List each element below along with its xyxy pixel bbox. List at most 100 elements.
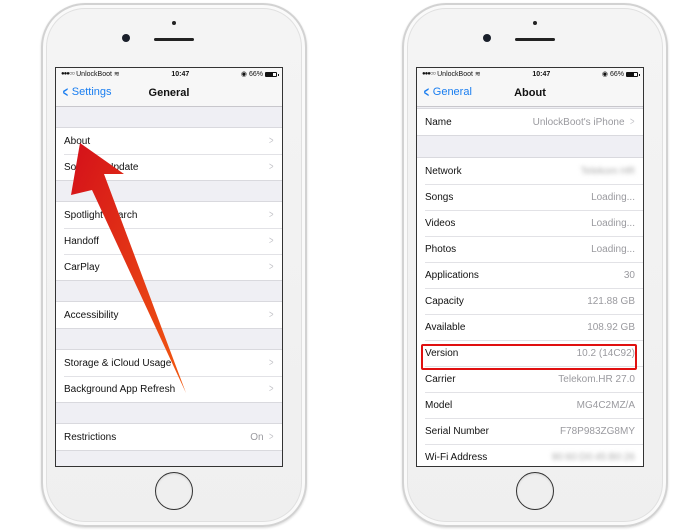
row-label: Network [425, 165, 462, 177]
row-label: About [64, 135, 91, 147]
row-value-blurred: Telekom HR [580, 165, 635, 177]
chevron-right-icon: > [629, 116, 635, 128]
row-value: Loading... [591, 243, 635, 255]
page-title: About [514, 87, 546, 99]
row-label: Photos [425, 243, 457, 255]
chevron-right-icon: > [268, 135, 274, 147]
front-camera-icon [483, 34, 491, 42]
about-row-network: Network Telekom HR [417, 158, 643, 184]
battery-icon [625, 71, 640, 77]
settings-group-3: Accessibility > [56, 301, 282, 329]
row-label: Applications [425, 269, 479, 281]
row-value: 108.92 GB [587, 321, 635, 333]
wifi-icon: ≋ [474, 71, 481, 78]
name-group: Name UnlockBoot's iPhone > [417, 108, 643, 136]
chevron-right-icon: > [268, 235, 274, 247]
about-row-applications: Applications 30 [417, 262, 643, 288]
status-bar: ●●●○○ UnlockBoot ≋ 10:47 ◉ 66% [417, 68, 643, 80]
chevron-right-icon: > [268, 431, 274, 443]
settings-row-background-app-refresh[interactable]: Background App Refresh > [56, 376, 282, 402]
row-label: Handoff [64, 235, 99, 247]
earpiece-speaker [515, 38, 555, 41]
front-camera-icon [122, 34, 130, 42]
about-row-version: Version 10.2 (14C92) [417, 340, 643, 366]
settings-group-4: Storage & iCloud Usage > Background App … [56, 349, 282, 403]
settings-row-handoff[interactable]: Handoff > [56, 228, 282, 254]
row-value: 10.2 (14C92) [576, 347, 635, 359]
row-label: Name [425, 116, 452, 128]
row-value: MG4C2MZ/A [576, 399, 635, 411]
status-bar: ●●●○○ UnlockBoot ≋ 10:47 ◉ 66% [56, 68, 282, 80]
navigation-bar: < General About [417, 80, 643, 107]
chevron-right-icon: > [268, 309, 274, 321]
settings-row-accessibility[interactable]: Accessibility > [56, 302, 282, 328]
iphone-frame-left: ●●●○○ UnlockBoot ≋ 10:47 ◉ 66% < Setting… [41, 3, 307, 527]
row-label: Wi-Fi Address [425, 451, 488, 463]
battery-icon [264, 71, 279, 77]
navigation-bar: < Settings General [56, 80, 282, 107]
status-time: 10:47 [532, 70, 551, 78]
status-time: 10:47 [171, 70, 190, 78]
row-value: On [250, 431, 264, 443]
signal-strength-icon: ●●●○○ [61, 71, 75, 77]
about-row-carrier: Carrier Telekom.HR 27.0 [417, 366, 643, 392]
about-row-capacity: Capacity 121.88 GB [417, 288, 643, 314]
row-value: 30 [623, 269, 635, 281]
row-label: Available [425, 321, 466, 333]
wifi-icon: ≋ [113, 71, 120, 78]
row-label: Storage & iCloud Usage [64, 357, 172, 369]
about-row-available: Available 108.92 GB [417, 314, 643, 340]
device-info-group: Network Telekom HR Songs Loading... Vide… [417, 157, 643, 466]
home-button[interactable] [155, 472, 193, 510]
row-value: F78P983ZG8MY [559, 425, 635, 437]
settings-row-restrictions[interactable]: Restrictions On > [56, 424, 282, 450]
row-label: CarPlay [64, 261, 100, 273]
settings-general-screen: ●●●○○ UnlockBoot ≋ 10:47 ◉ 66% < Setting… [55, 67, 283, 467]
settings-row-about[interactable]: About > [56, 128, 282, 154]
settings-group-2: Spotlight Search > Handoff > CarPlay > [56, 201, 282, 281]
home-button[interactable] [516, 472, 554, 510]
row-label: Spotlight Search [64, 209, 138, 221]
chevron-right-icon: > [268, 261, 274, 273]
settings-row-storage-icloud[interactable]: Storage & iCloud Usage > [56, 350, 282, 376]
chevron-right-icon: > [268, 357, 274, 369]
row-label: Capacity [425, 295, 464, 307]
row-label: Accessibility [64, 309, 119, 321]
about-row-serial-number: Serial Number F78P983ZG8MY [417, 418, 643, 444]
about-row-songs: Songs Loading... [417, 184, 643, 210]
rotation-lock-icon: ◉ [240, 71, 247, 78]
earpiece-speaker [154, 38, 194, 41]
row-value-blurred: 90:60:D0:45:B0:26 [551, 451, 635, 463]
battery-percent: 66% [609, 70, 624, 78]
about-row-videos: Videos Loading... [417, 210, 643, 236]
chevron-right-icon: > [268, 161, 274, 173]
row-label: Software Update [64, 161, 139, 173]
chevron-right-icon: > [268, 209, 274, 221]
row-label: Videos [425, 217, 456, 229]
row-label: Version [425, 347, 459, 359]
about-row-photos: Photos Loading... [417, 236, 643, 262]
page-title: General [148, 87, 190, 99]
proximity-sensor [172, 21, 176, 25]
row-value: Loading... [591, 217, 635, 229]
signal-strength-icon: ●●●○○ [422, 71, 436, 77]
row-value: Loading... [591, 191, 635, 203]
proximity-sensor [533, 21, 537, 25]
settings-row-software-update[interactable]: Software Update > [56, 154, 282, 180]
carrier-name: UnlockBoot [437, 70, 473, 78]
iphone-frame-right: ●●●○○ UnlockBoot ≋ 10:47 ◉ 66% < General… [402, 3, 668, 527]
carrier-name: UnlockBoot [76, 70, 112, 78]
settings-group-5: Restrictions On > [56, 423, 282, 451]
row-value: Telekom.HR 27.0 [558, 373, 635, 385]
about-row-model: Model MG4C2MZ/A [417, 392, 643, 418]
rotation-lock-icon: ◉ [601, 71, 608, 78]
about-row-name[interactable]: Name UnlockBoot's iPhone > [417, 109, 643, 135]
row-label: Model [425, 399, 453, 411]
battery-percent: 66% [248, 70, 263, 78]
row-label: Songs [425, 191, 454, 203]
row-label: Carrier [425, 373, 456, 385]
settings-group-1: About > Software Update > [56, 127, 282, 181]
settings-row-carplay[interactable]: CarPlay > [56, 254, 282, 280]
settings-row-spotlight-search[interactable]: Spotlight Search > [56, 202, 282, 228]
row-label: Restrictions [64, 431, 117, 443]
